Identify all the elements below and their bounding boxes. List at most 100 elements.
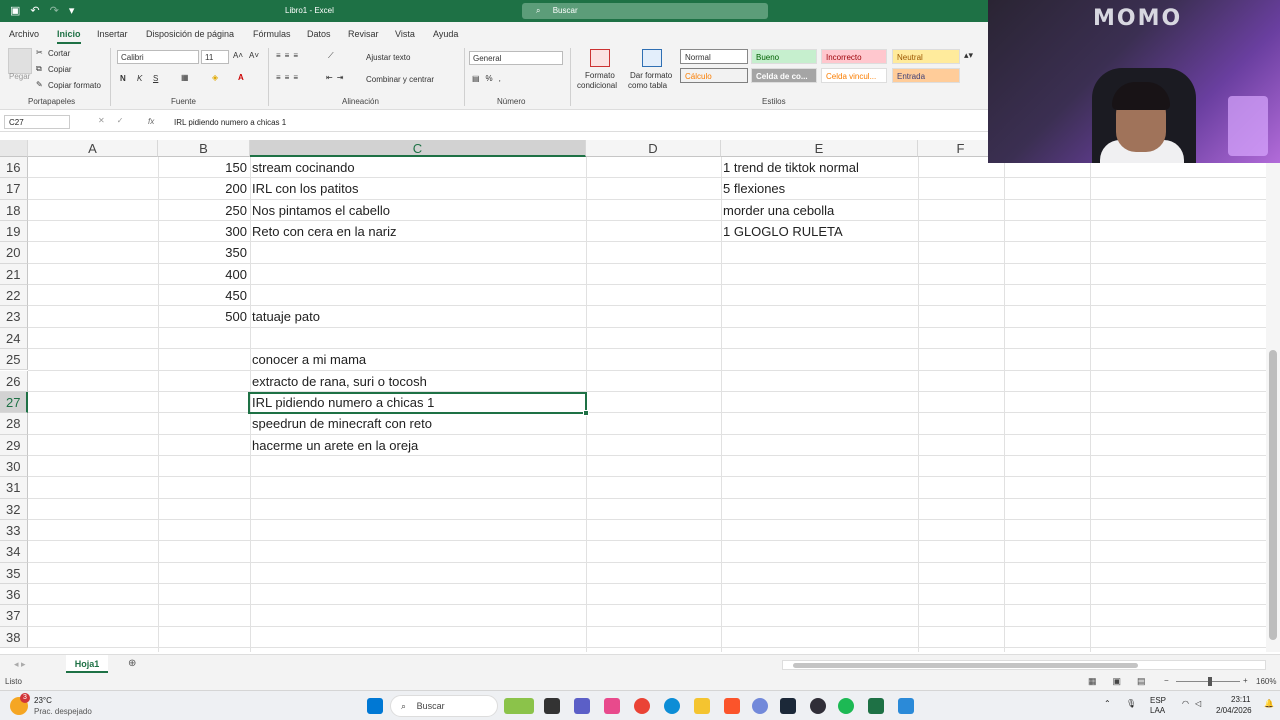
wrap-text-button[interactable]: Ajustar texto	[366, 53, 410, 62]
cut-icon[interactable]: ✂	[36, 48, 43, 57]
cell-b[interactable]	[158, 328, 247, 349]
vertical-scroll-thumb[interactable]	[1269, 350, 1277, 640]
column-header-c[interactable]: C	[250, 140, 586, 157]
conditional-format-button-l1[interactable]: Formato	[585, 71, 615, 80]
cell-c[interactable]: extracto de rana, suri o tocosh	[252, 371, 582, 392]
cell-e[interactable]	[723, 371, 915, 392]
cell-c[interactable]	[252, 328, 582, 349]
horizontal-scrollbar[interactable]	[782, 660, 1266, 670]
tab-revisar[interactable]: Revisar	[348, 29, 379, 39]
clock-time[interactable]: 23:11	[1231, 695, 1250, 704]
task-view-icon[interactable]	[544, 698, 560, 714]
cell-e[interactable]	[723, 264, 915, 285]
cell-c[interactable]: Nos pintamos el cabello	[252, 200, 582, 221]
cell-c[interactable]: speedrun de minecraft con reto	[252, 413, 582, 434]
cell-c[interactable]	[252, 499, 582, 520]
chrome-icon[interactable]	[634, 698, 650, 714]
add-sheet-icon[interactable]: ⊕	[128, 658, 136, 669]
search-box[interactable]: ⌕ Buscar	[522, 3, 768, 19]
cell-c[interactable]	[252, 477, 582, 498]
cell-e[interactable]	[723, 584, 915, 605]
cell-e[interactable]	[723, 627, 915, 648]
row-header[interactable]: 34	[0, 541, 28, 563]
tab-inicio[interactable]: Inicio	[57, 29, 81, 44]
row-header[interactable]: 16	[0, 157, 28, 179]
tray-chevron-icon[interactable]: ⌃	[1104, 699, 1111, 708]
cell-c[interactable]	[252, 605, 582, 626]
row-header[interactable]: 17	[0, 178, 28, 200]
tab-formulas[interactable]: Fórmulas	[253, 29, 291, 39]
cell-e[interactable]	[723, 499, 915, 520]
style-celda-vinculada[interactable]: Celda vincul...	[821, 68, 887, 83]
cell-b[interactable]	[158, 349, 247, 370]
font-color-icon[interactable]: A	[238, 73, 244, 82]
taskbar-search[interactable]: ⌕ Buscar	[390, 695, 498, 717]
widget-icon[interactable]	[504, 698, 534, 714]
row-header[interactable]: 37	[0, 605, 28, 627]
copy-button[interactable]: Copiar	[48, 65, 72, 74]
italic-button[interactable]: K	[137, 74, 142, 83]
view-mode-icons[interactable]: ▦▣▤	[1088, 676, 1162, 687]
tray-icons[interactable]: ◠◁	[1182, 699, 1207, 708]
cell-c[interactable]	[252, 627, 582, 648]
number-format-icons[interactable]: ▤%,	[472, 74, 507, 83]
cell-c[interactable]	[252, 520, 582, 541]
cell-c[interactable]: IRL con los patitos	[252, 178, 582, 199]
row-header[interactable]: 24	[0, 327, 28, 350]
cell-c[interactable]: stream cocinando	[252, 157, 582, 178]
cell-e[interactable]	[723, 435, 915, 456]
cell-c[interactable]: hacerme un arete en la oreja	[252, 435, 582, 456]
cell-e[interactable]	[723, 520, 915, 541]
number-format-select[interactable]: General	[469, 51, 563, 65]
cell-c[interactable]	[252, 584, 582, 605]
cell-b[interactable]	[158, 605, 247, 626]
cell-c[interactable]: conocer a mi mama	[252, 349, 582, 370]
tab-ayuda[interactable]: Ayuda	[433, 29, 458, 39]
cell-b[interactable]	[158, 392, 247, 413]
app-icon[interactable]	[898, 698, 914, 714]
vertical-scrollbar[interactable]	[1266, 140, 1280, 652]
fill-color-icon[interactable]: ◈	[212, 73, 218, 82]
insert-function-button[interactable]: fx	[148, 117, 154, 126]
cell-b[interactable]: 400	[158, 264, 247, 285]
obs-icon[interactable]	[810, 698, 826, 714]
vertical-align-icons[interactable]: ≡≡≡	[276, 51, 302, 60]
cell-e[interactable]	[723, 605, 915, 626]
cell-c[interactable]	[252, 285, 582, 306]
column-header-b[interactable]: B	[158, 140, 250, 157]
cell-b[interactable]	[158, 435, 247, 456]
cell-c[interactable]	[252, 563, 582, 584]
format-painter-button[interactable]: Copiar formato	[48, 81, 101, 90]
row-header[interactable]: 23	[0, 306, 28, 328]
shrink-font-icon[interactable]: A˅	[249, 51, 259, 60]
redo-icon[interactable]: ↷	[50, 4, 59, 17]
cell-b[interactable]	[158, 413, 247, 434]
row-header[interactable]: 19	[0, 221, 28, 243]
language-code[interactable]: ESP	[1150, 696, 1166, 705]
customize-toolbar-icon[interactable]: ▾	[69, 4, 75, 17]
cell-b[interactable]	[158, 371, 247, 392]
row-header[interactable]: 22	[0, 285, 28, 307]
conditional-format-button-l2[interactable]: condicional	[577, 81, 617, 90]
cell-e[interactable]	[723, 477, 915, 498]
cell-b[interactable]	[158, 520, 247, 541]
teams-icon[interactable]	[574, 698, 590, 714]
paste-button[interactable]: Pegar	[9, 72, 30, 81]
format-as-table-icon[interactable]	[642, 49, 662, 67]
row-header[interactable]: 21	[0, 263, 28, 286]
cell-b[interactable]: 300	[158, 221, 247, 242]
conditional-format-icon[interactable]	[590, 49, 610, 67]
cell-e[interactable]	[723, 392, 915, 413]
language-layout[interactable]: LAA	[1150, 706, 1165, 715]
sheet-tab-hoja1[interactable]: Hoja1	[66, 655, 108, 673]
cell-c[interactable]: tatuaje pato	[252, 306, 582, 327]
cell-e[interactable]	[723, 541, 915, 562]
horizontal-align-icons[interactable]: ≡≡≡	[276, 73, 302, 82]
cell-c[interactable]	[252, 242, 582, 263]
style-celda-control[interactable]: Celda de co...	[751, 68, 817, 83]
zoom-in-icon[interactable]: +	[1243, 676, 1248, 685]
row-header[interactable]: 35	[0, 562, 28, 584]
row-header[interactable]: 20	[0, 242, 28, 264]
excel-taskbar-icon[interactable]	[868, 698, 884, 714]
discord-icon[interactable]	[752, 698, 768, 714]
